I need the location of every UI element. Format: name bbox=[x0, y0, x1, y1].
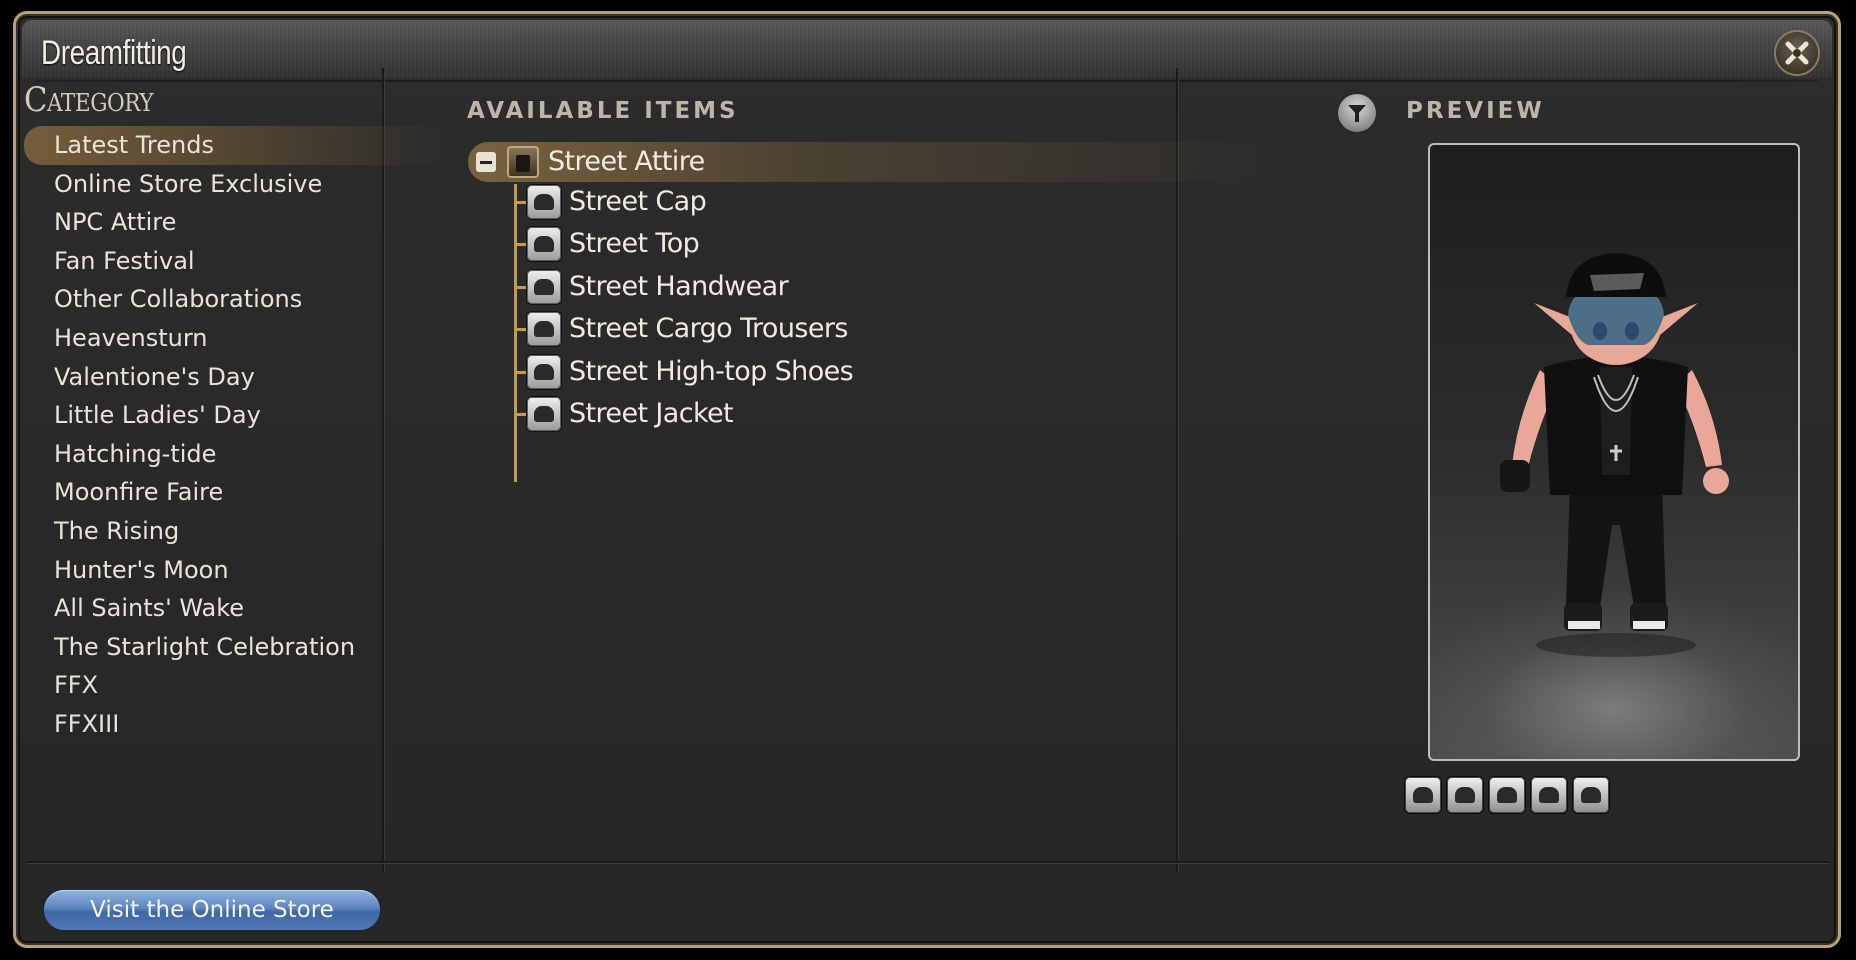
item-label: Street Cap bbox=[569, 186, 707, 217]
collapse-toggle[interactable] bbox=[476, 152, 496, 172]
item-row[interactable]: Street Handwear bbox=[514, 266, 1114, 308]
footer-divider bbox=[26, 861, 1830, 863]
shoes-icon[interactable] bbox=[1573, 777, 1609, 813]
bag-icon bbox=[507, 146, 539, 178]
tree-branch bbox=[514, 328, 526, 331]
cap-icon bbox=[527, 185, 561, 219]
item-row[interactable]: Street Cargo Trousers bbox=[514, 308, 1114, 350]
trousers-icon-glyph bbox=[534, 321, 554, 337]
trousers-icon bbox=[527, 312, 561, 346]
category-item[interactable]: Other Collaborations bbox=[24, 280, 444, 319]
item-row[interactable]: Street Top bbox=[514, 223, 1114, 265]
group-label: Street Attire bbox=[548, 146, 705, 177]
top-icon bbox=[527, 227, 561, 261]
preview-heading: PREVIEW bbox=[1406, 98, 1545, 124]
close-icon bbox=[1785, 41, 1809, 65]
tree-branch bbox=[514, 243, 526, 246]
item-group-street-attire[interactable]: Street Attire bbox=[468, 142, 1268, 182]
trousers-icon-glyph bbox=[1539, 787, 1559, 803]
item-row[interactable]: Street Cap bbox=[514, 181, 1114, 223]
top-icon-glyph bbox=[534, 236, 554, 252]
item-label: Street High-top Shoes bbox=[569, 356, 854, 387]
category-item[interactable]: The Rising bbox=[24, 512, 444, 551]
category-item[interactable]: Moonfire Faire bbox=[24, 473, 444, 512]
category-item[interactable]: NPC Attire bbox=[24, 203, 444, 242]
tree-branch bbox=[514, 413, 526, 416]
cap-icon-glyph bbox=[534, 194, 554, 210]
preview-viewport[interactable] bbox=[1428, 143, 1800, 761]
trousers-icon[interactable] bbox=[1531, 777, 1567, 813]
item-label: Street Cargo Trousers bbox=[569, 313, 848, 344]
handwear-icon-glyph bbox=[534, 279, 554, 295]
top-icon-glyph bbox=[1455, 787, 1475, 803]
category-item[interactable]: Heavensturn bbox=[24, 319, 444, 358]
item-label: Street Top bbox=[569, 228, 700, 259]
jacket-icon-glyph bbox=[534, 406, 554, 422]
filter-button[interactable] bbox=[1338, 94, 1376, 132]
shoes-icon bbox=[527, 355, 561, 389]
category-item[interactable]: FFX bbox=[24, 666, 444, 705]
cap-icon[interactable] bbox=[1405, 777, 1441, 813]
window-title: Dreamfitting bbox=[41, 34, 187, 72]
item-row[interactable]: Street Jacket bbox=[514, 393, 1114, 435]
category-item[interactable]: Valentione's Day bbox=[24, 358, 444, 397]
category-item[interactable]: All Saints' Wake bbox=[24, 589, 444, 628]
available-items-heading: AVAILABLE ITEMS bbox=[467, 98, 739, 124]
item-label: Street Jacket bbox=[569, 398, 734, 429]
handwear-icon bbox=[527, 270, 561, 304]
category-item[interactable]: The Starlight Celebration bbox=[24, 628, 444, 667]
category-item[interactable]: Latest Trends bbox=[24, 126, 444, 165]
category-item[interactable]: Fan Festival bbox=[24, 242, 444, 281]
title-divider bbox=[36, 80, 1818, 82]
cap-icon-glyph bbox=[1413, 787, 1433, 803]
character-model bbox=[1500, 253, 1729, 657]
category-item[interactable]: Hatching-tide bbox=[24, 435, 444, 474]
visit-online-store-button[interactable]: Visit the Online Store bbox=[44, 890, 380, 930]
tree-branch bbox=[514, 286, 526, 289]
tree-branch bbox=[514, 371, 526, 374]
category-item[interactable]: Hunter's Moon bbox=[24, 551, 444, 590]
shoes-icon-glyph bbox=[1581, 787, 1601, 803]
category-item[interactable]: Little Ladies' Day bbox=[24, 396, 444, 435]
title-bar[interactable]: Dreamfitting bbox=[22, 20, 1832, 78]
equipped-slot-icons bbox=[1405, 777, 1609, 813]
top-icon[interactable] bbox=[1447, 777, 1483, 813]
handwear-icon[interactable] bbox=[1489, 777, 1525, 813]
category-list: Latest Trends Online Store Exclusive NPC A… bbox=[24, 126, 444, 744]
tree-branch bbox=[514, 201, 526, 204]
preview-panel-divider bbox=[1176, 68, 1178, 873]
handwear-icon-glyph bbox=[1497, 787, 1517, 803]
jacket-icon bbox=[527, 397, 561, 431]
category-heading: Category bbox=[24, 80, 154, 120]
shoes-icon-glyph bbox=[534, 364, 554, 380]
category-item[interactable]: FFXIII bbox=[24, 705, 444, 744]
item-label: Street Handwear bbox=[569, 271, 789, 302]
item-row[interactable]: Street High-top Shoes bbox=[514, 351, 1114, 393]
close-button[interactable] bbox=[1776, 32, 1818, 74]
category-item[interactable]: Online Store Exclusive bbox=[24, 165, 444, 204]
